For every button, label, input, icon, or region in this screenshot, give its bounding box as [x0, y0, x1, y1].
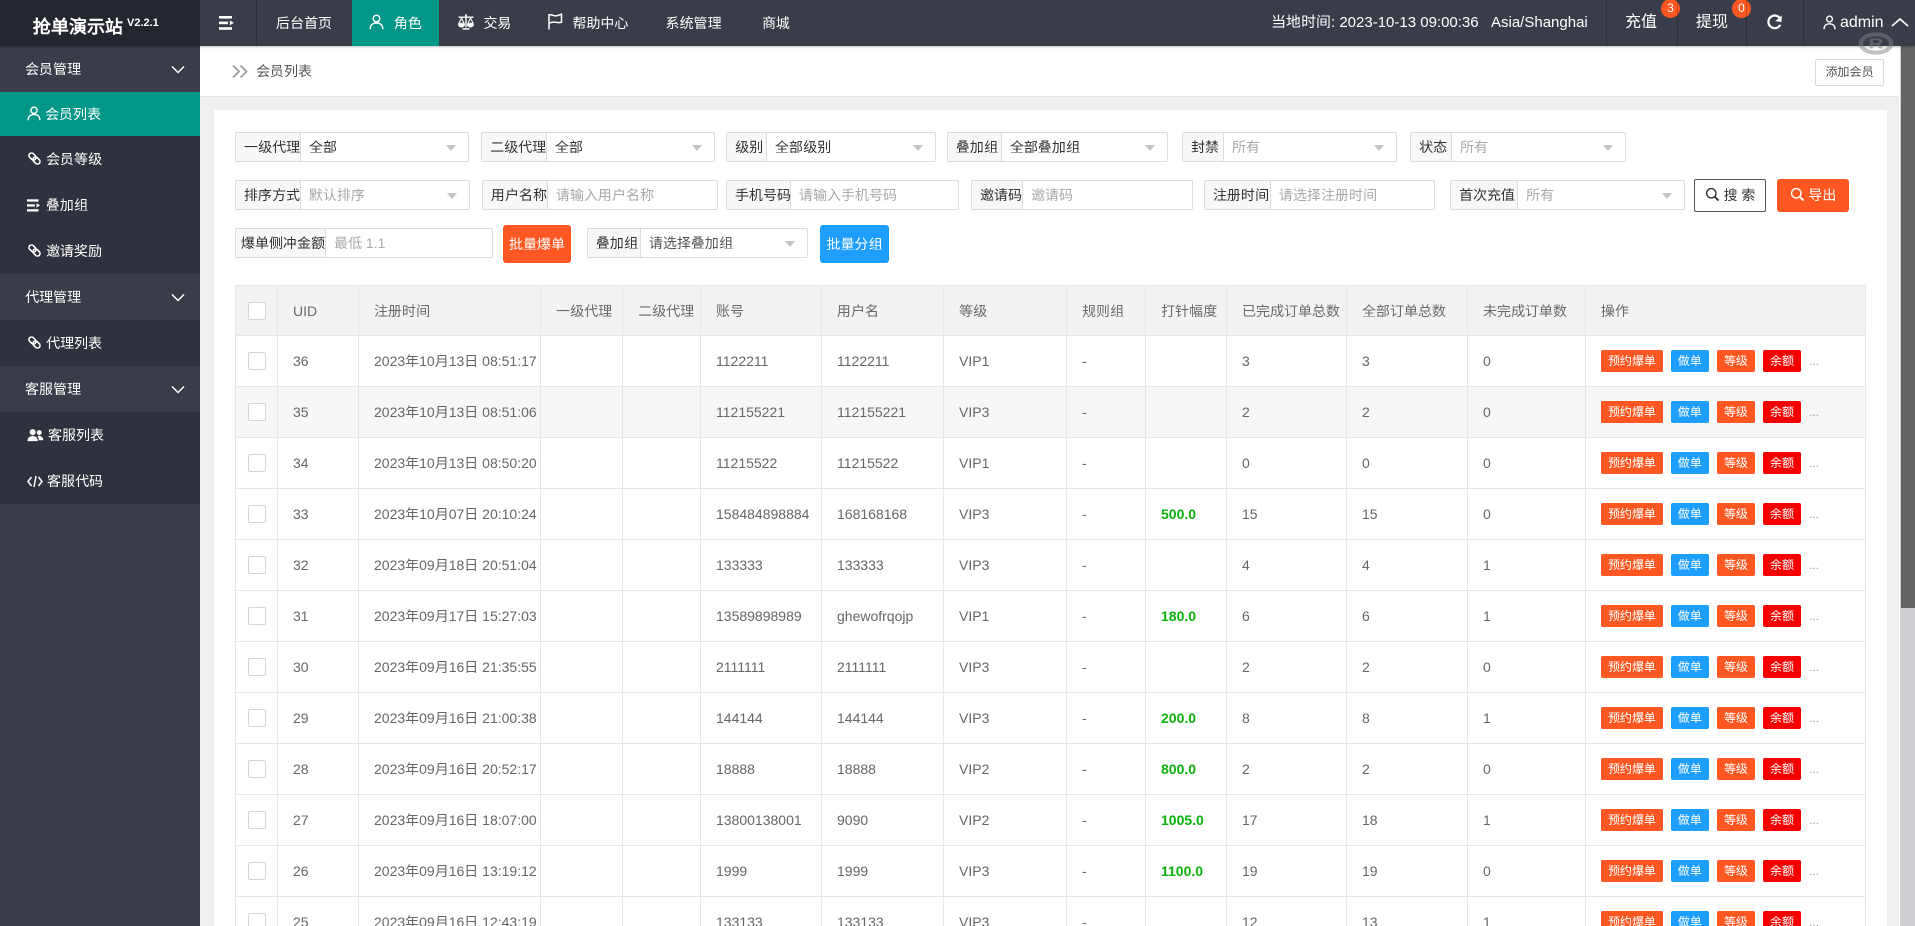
svg-text:R: R — [1868, 36, 1883, 52]
